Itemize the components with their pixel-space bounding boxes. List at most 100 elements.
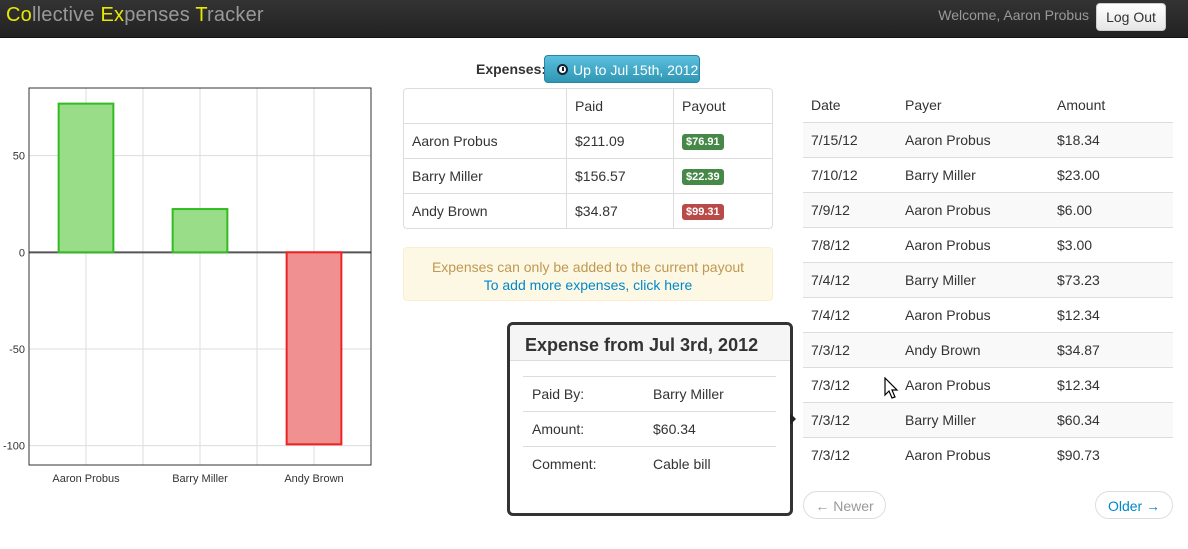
expense-date: 7/4/12 [803,297,897,333]
expense-payer: Aaron Probus [897,192,1049,228]
expense-payer: Barry Miller [897,157,1049,193]
older-button[interactable]: Older → [1095,491,1173,519]
payout-badge: $22.39 [682,169,724,185]
y-tick-label: 0 [19,247,25,259]
alert-message: Expenses can only be added to the curren… [431,259,745,275]
detail-value: $60.34 [644,411,776,447]
expense-amount: $12.34 [1049,297,1173,333]
column-header: Payout [673,89,772,123]
table-row[interactable]: 7/3/12 Andy Brown $34.87 [803,332,1173,368]
x-tick-label: Aaron Probus [52,473,120,485]
expense-amount: $34.87 [1049,332,1173,368]
popover-details-table: Paid By: Barry Miller Amount: $60.34 Com… [523,376,776,481]
expense-amount: $73.23 [1049,262,1173,298]
column-header: Date [811,97,841,113]
table-row: Andy Brown $34.87 $99.31 [404,193,772,228]
table-row: Aaron Probus $211.09 $76.91 [404,123,772,158]
expenses-label: Expenses: [476,61,547,77]
expense-payer: Andy Brown [897,332,1049,368]
paid-amount: $156.57 [566,158,673,193]
payout-cell: $99.31 [673,193,772,228]
bar [285,251,343,446]
expense-date: 7/3/12 [803,402,897,438]
payout-bar-chart: 50 0 -50 -100 Aaron Probus Barry Miller Andy B… [3,87,372,485]
payout-badge: $76.91 [682,134,724,150]
expense-payer: Aaron Probus [897,437,1049,472]
detail-row: Amount: $60.34 [523,411,776,447]
detail-row: Paid By: Barry Miller [523,376,776,412]
add-expenses-link[interactable]: To add more expenses, click here [484,277,693,293]
person-name: Barry Miller [404,158,566,193]
popover-title: Expense from Jul 3rd, 2012 [510,325,790,361]
app-title[interactable]: Collective Expenses Tracker [6,4,264,27]
payout-summary-table: Paid Payout Aaron Probus $211.09 $76.91 … [403,88,773,229]
expense-date: 7/8/12 [803,227,897,263]
y-tick-label: -100 [3,441,25,453]
expense-date: 7/4/12 [803,262,897,298]
table-header-row: Date Payer Amount [803,88,1173,123]
title-part: T [195,4,207,26]
person-name: Aaron Probus [404,123,566,158]
warning-alert: Expenses can only be added to the curren… [403,247,773,301]
payout-cell: $76.91 [673,123,772,158]
expense-payer: Aaron Probus [897,367,1049,403]
expense-payer: Barry Miller [897,402,1049,438]
title-part: racker [207,4,264,26]
expense-date: 7/3/12 [803,437,897,472]
title-part: penses [124,4,196,26]
table-header-row: Paid Payout [404,89,772,123]
detail-label: Comment: [523,446,644,481]
newer-button[interactable]: ← Newer [803,491,886,519]
table-row[interactable]: 7/4/12 Barry Miller $73.23 [803,262,1173,298]
person-name: Andy Brown [404,193,566,228]
table-row: Barry Miller $156.57 $22.39 [404,158,772,193]
popover-arrow [790,413,796,425]
y-tick-label: 50 [13,151,25,163]
table-row[interactable]: 7/3/12 Aaron Probus $12.34 [803,367,1173,403]
expense-amount: $3.00 [1049,227,1173,263]
detail-row: Comment: Cable bill [523,446,776,481]
expense-amount: $60.34 [1049,402,1173,438]
detail-label: Amount: [523,411,644,447]
table-row[interactable]: 7/4/12 Aaron Probus $12.34 [803,297,1173,333]
expense-payer: Aaron Probus [897,227,1049,263]
expense-amount: $23.00 [1049,157,1173,193]
title-part: llective [31,4,101,26]
period-button-label: Up to Jul 15th, 2012 [573,62,699,78]
period-button[interactable]: Up to Jul 15th, 2012 [544,55,700,83]
x-tick-label: Barry Miller [172,473,228,485]
expense-amount: $6.00 [1049,192,1173,228]
payout-cell: $22.39 [673,158,772,193]
expense-date: 7/15/12 [803,122,897,158]
expense-date: 7/3/12 [803,367,897,403]
table-row[interactable]: 7/3/12 Aaron Probus $90.73 [803,437,1173,472]
detail-label: Paid By: [523,376,644,412]
navbar: Collective Expenses Tracker Welcome, Aar… [0,0,1188,38]
expense-date: 7/9/12 [803,192,897,228]
column-header: Payer [905,97,942,113]
expense-payer: Aaron Probus [897,297,1049,333]
expense-amount: $18.34 [1049,122,1173,158]
y-tick-label: -50 [9,344,25,356]
expense-amount: $12.34 [1049,367,1173,403]
bar [171,208,229,254]
logout-button[interactable]: Log Out [1096,3,1166,31]
clock-icon [557,64,568,75]
column-header: Amount [1057,97,1106,113]
table-row[interactable]: 7/8/12 Aaron Probus $3.00 [803,227,1173,263]
title-part: Co [6,4,32,26]
bar [57,102,115,254]
expense-payer: Aaron Probus [897,122,1049,158]
expense-date: 7/3/12 [803,332,897,368]
table-row[interactable]: 7/15/12 Aaron Probus $18.34 [803,122,1173,158]
expense-popover: Expense from Jul 3rd, 2012 Paid By: Barr… [507,322,793,516]
title-part: Ex [100,4,125,26]
table-row[interactable]: 7/3/12 Barry Miller $60.34 [803,402,1173,438]
table-row[interactable]: 7/9/12 Aaron Probus $6.00 [803,192,1173,228]
expense-payer: Barry Miller [897,262,1049,298]
expense-date: 7/10/12 [803,157,897,193]
paid-amount: $211.09 [566,123,673,158]
paid-amount: $34.87 [566,193,673,228]
table-row[interactable]: 7/10/12 Barry Miller $23.00 [803,157,1173,193]
detail-value: Barry Miller [644,376,776,412]
